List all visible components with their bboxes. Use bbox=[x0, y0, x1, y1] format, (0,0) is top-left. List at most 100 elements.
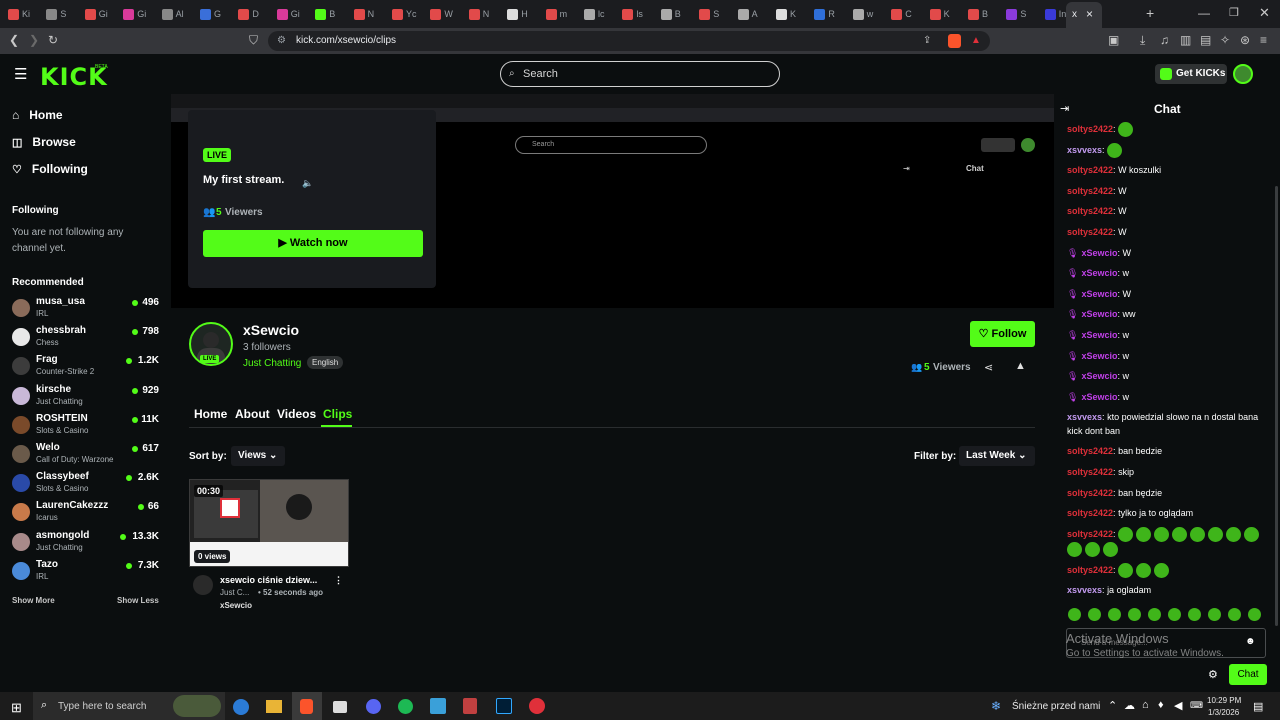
windows-start-icon[interactable]: ⊞ bbox=[11, 700, 22, 716]
chat-username[interactable]: soltys2422 bbox=[1067, 186, 1113, 196]
brave-taskbar-icon[interactable] bbox=[300, 699, 313, 714]
recommended-channel[interactable]: musa_usa IRL 496 bbox=[12, 294, 162, 322]
menu-icon[interactable]: ≡ bbox=[1260, 33, 1267, 47]
recommended-channel[interactable]: Welo Call of Duty: Warzone 617 bbox=[12, 440, 162, 468]
chat-username[interactable]: soltys2422 bbox=[1067, 508, 1113, 518]
show-more-link[interactable]: Show More bbox=[12, 596, 55, 605]
clip-title[interactable]: xsewcio ciśnie dziew... bbox=[220, 575, 317, 585]
emote-icon[interactable] bbox=[1103, 542, 1118, 558]
recommended-channel[interactable]: Tazo IRL 7.3K bbox=[12, 557, 162, 585]
share-icon[interactable]: ⇪ bbox=[923, 31, 931, 51]
emote-icon[interactable] bbox=[1118, 526, 1134, 542]
chat-username[interactable]: xSewcio bbox=[1081, 371, 1117, 381]
tab-clips[interactable]: Clips bbox=[323, 407, 352, 421]
emote-shortcut-icon[interactable] bbox=[1148, 608, 1161, 621]
app-tool-icon[interactable] bbox=[463, 698, 477, 714]
chat-username[interactable]: soltys2422 bbox=[1067, 467, 1113, 477]
emote-icon[interactable] bbox=[1136, 526, 1152, 542]
bookmark-icon[interactable]: ⛉ bbox=[249, 33, 258, 47]
emote-shortcut-icon[interactable] bbox=[1228, 608, 1241, 621]
browser-tab[interactable]: S bbox=[1006, 5, 1032, 23]
emoji-picker-icon[interactable]: ☻ bbox=[1245, 636, 1256, 647]
photoshop-icon[interactable] bbox=[496, 698, 512, 714]
emote-shortcut-icon[interactable] bbox=[1248, 608, 1261, 621]
reading-list-icon[interactable]: ▥ bbox=[1180, 33, 1191, 47]
browser-tab[interactable]: ls bbox=[622, 5, 648, 23]
recommended-channel[interactable]: ROSHTEIN Slots & Casino 11K bbox=[12, 411, 162, 439]
share-channel-icon[interactable]: ⋖ bbox=[984, 361, 993, 374]
browser-tab[interactable]: Yc bbox=[392, 5, 418, 23]
emote-icon[interactable] bbox=[1154, 526, 1170, 542]
mic-tray-icon[interactable]: ♦ bbox=[1158, 699, 1164, 711]
browser-tab[interactable]: Al bbox=[161, 5, 188, 23]
kick-app-icon[interactable] bbox=[333, 701, 347, 713]
taskbar-time[interactable]: 10:29 PM bbox=[1207, 696, 1241, 705]
recommended-channel[interactable]: kirsche Just Chatting 929 bbox=[12, 382, 162, 410]
browser-tab[interactable]: N bbox=[468, 5, 495, 23]
clip-thumbnail[interactable]: 00:30 0 views bbox=[189, 479, 349, 567]
browser-tab[interactable]: Gi bbox=[123, 5, 149, 23]
keyboard-icon[interactable]: ⌨ bbox=[1190, 700, 1203, 711]
chat-username[interactable]: soltys2422 bbox=[1067, 165, 1113, 175]
language-tag[interactable]: English bbox=[307, 356, 344, 369]
browser-tab[interactable]: m bbox=[545, 5, 572, 23]
nav-browse[interactable]: ◫ Browse bbox=[12, 135, 76, 149]
chat-username[interactable]: soltys2422 bbox=[1067, 529, 1113, 539]
emote-icon[interactable] bbox=[1154, 562, 1170, 578]
media-icon[interactable]: ♫ bbox=[1160, 33, 1169, 47]
emote-shortcut-icon[interactable] bbox=[1208, 608, 1221, 621]
browser-tab[interactable]: lc bbox=[584, 5, 610, 23]
volume-icon[interactable]: 🔈 bbox=[302, 178, 313, 189]
sort-dropdown[interactable]: Views ⌄ bbox=[231, 446, 285, 466]
emote-icon[interactable] bbox=[1085, 542, 1100, 558]
app-f-icon[interactable] bbox=[430, 698, 446, 714]
chat-username[interactable]: xsvvexs bbox=[1067, 412, 1102, 422]
emote-shortcut-icon[interactable] bbox=[1168, 608, 1181, 621]
watch-now-button[interactable]: ▶ Watch now bbox=[203, 230, 423, 257]
back-icon[interactable]: ❮ bbox=[9, 33, 19, 47]
browser-tab[interactable]: K bbox=[776, 5, 802, 23]
site-info-icon[interactable]: ⚙ bbox=[277, 31, 286, 51]
browser-tab[interactable]: S bbox=[46, 5, 72, 23]
vpn-icon[interactable]: ⊛ bbox=[1240, 33, 1250, 47]
recommended-channel[interactable]: Classybeef Slots & Casino 2.6K bbox=[12, 469, 162, 497]
network-icon[interactable]: ⌂ bbox=[1142, 699, 1149, 711]
clip-more-icon[interactable]: ⋮ bbox=[334, 575, 343, 586]
spotify-icon[interactable] bbox=[398, 699, 413, 714]
search-input[interactable]: ⌕ Search bbox=[500, 61, 780, 87]
close-window-icon[interactable]: ✕ bbox=[1259, 5, 1270, 21]
downloads-icon[interactable]: ⤓ bbox=[1140, 33, 1145, 47]
notifications-icon[interactable]: ▤ bbox=[1253, 700, 1263, 713]
emote-icon[interactable] bbox=[1226, 526, 1242, 542]
recommended-channel[interactable]: LaurenCakezzz Icarus 66 bbox=[12, 498, 162, 526]
browser-tab[interactable]: B bbox=[660, 5, 687, 23]
chat-username[interactable]: soltys2422 bbox=[1067, 227, 1113, 237]
tab-videos[interactable]: Videos bbox=[277, 407, 316, 421]
emote-icon[interactable] bbox=[1172, 526, 1188, 542]
new-tab-button[interactable]: + bbox=[1146, 5, 1154, 21]
browser-tab[interactable]: Gi bbox=[84, 5, 111, 23]
chat-username[interactable]: soltys2422 bbox=[1067, 124, 1113, 134]
emote-shortcut-icon[interactable] bbox=[1088, 608, 1101, 621]
file-explorer-icon[interactable] bbox=[266, 700, 282, 713]
weather-icon[interactable]: ❄ bbox=[991, 699, 1001, 713]
active-browser-tab[interactable]: x × bbox=[1066, 2, 1102, 28]
chat-username[interactable]: xSewcio bbox=[1081, 309, 1117, 319]
address-bar[interactable]: ⚙ kick.com/xsewcio/clips ⇪ ▲ bbox=[268, 31, 990, 51]
browser-tab[interactable]: N bbox=[353, 5, 380, 23]
forward-icon[interactable]: ❯ bbox=[29, 33, 39, 47]
chat-username[interactable]: soltys2422 bbox=[1067, 565, 1113, 575]
follow-button[interactable]: ♡ Follow bbox=[970, 321, 1035, 347]
browser-tab[interactable]: H bbox=[507, 5, 533, 23]
browser-tab[interactable]: B bbox=[315, 5, 341, 23]
brave-rewards-icon[interactable]: ▲ bbox=[971, 31, 981, 51]
recommended-channel[interactable]: chessbrah Chess 798 bbox=[12, 323, 162, 351]
chat-username[interactable]: xsvvexs bbox=[1067, 145, 1102, 155]
emote-shortcut-icon[interactable] bbox=[1188, 608, 1201, 621]
minimize-window-icon[interactable]: — bbox=[1198, 6, 1210, 20]
brave-shield-icon[interactable] bbox=[948, 34, 961, 48]
browser-tab[interactable]: K bbox=[929, 5, 956, 23]
show-less-link[interactable]: Show Less bbox=[117, 596, 159, 605]
leo-ai-icon[interactable]: ✧ bbox=[1220, 33, 1230, 47]
browser-tab[interactable]: w bbox=[852, 5, 879, 23]
